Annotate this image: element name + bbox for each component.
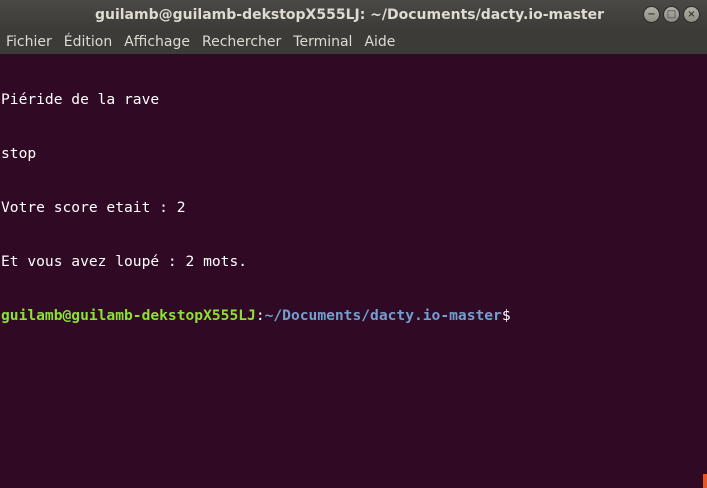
minimize-icon[interactable]: − — [643, 6, 660, 23]
menu-edition[interactable]: Édition — [58, 30, 118, 54]
close-icon[interactable]: × — [683, 6, 700, 23]
scrollbar-marker[interactable] — [703, 474, 707, 488]
prompt-line[interactable]: guilamb@guilamb-dekstopX555LJ:~/Document… — [1, 307, 519, 325]
output-line: Votre score etait : 2 — [1, 199, 186, 216]
maximize-icon[interactable]: □ — [663, 6, 680, 23]
prompt-symbol: $ — [501, 307, 511, 324]
prompt-separator: : — [255, 307, 265, 324]
prompt-path: ~/Documents/dacty.io-master — [264, 307, 502, 324]
output-line: stop — [1, 145, 37, 162]
window-title: guilamb@guilamb-dekstopX555LJ: ~/Documen… — [94, 7, 605, 23]
output-line: Piéride de la rave — [1, 91, 160, 108]
window-controls: − □ × — [643, 6, 700, 24]
output-line: Et vous avez loupé : 2 mots. — [1, 253, 248, 270]
menu-rechercher[interactable]: Rechercher — [196, 30, 287, 54]
menu-bar: Fichier Édition Affichage Rechercher Ter… — [0, 30, 707, 54]
menu-fichier[interactable]: Fichier — [0, 30, 58, 54]
terminal-window: guilamb@guilamb-dekstopX555LJ: ~/Documen… — [0, 0, 707, 488]
title-bar[interactable]: guilamb@guilamb-dekstopX555LJ: ~/Documen… — [0, 0, 707, 30]
menu-terminal[interactable]: Terminal — [287, 30, 358, 54]
terminal-output: Piéride de la rave stop Votre score etai… — [1, 55, 519, 361]
prompt-user-host: guilamb@guilamb-dekstopX555LJ — [1, 307, 256, 324]
text-cursor — [511, 307, 519, 322]
menu-aide[interactable]: Aide — [358, 30, 401, 54]
menu-affichage[interactable]: Affichage — [118, 30, 196, 54]
